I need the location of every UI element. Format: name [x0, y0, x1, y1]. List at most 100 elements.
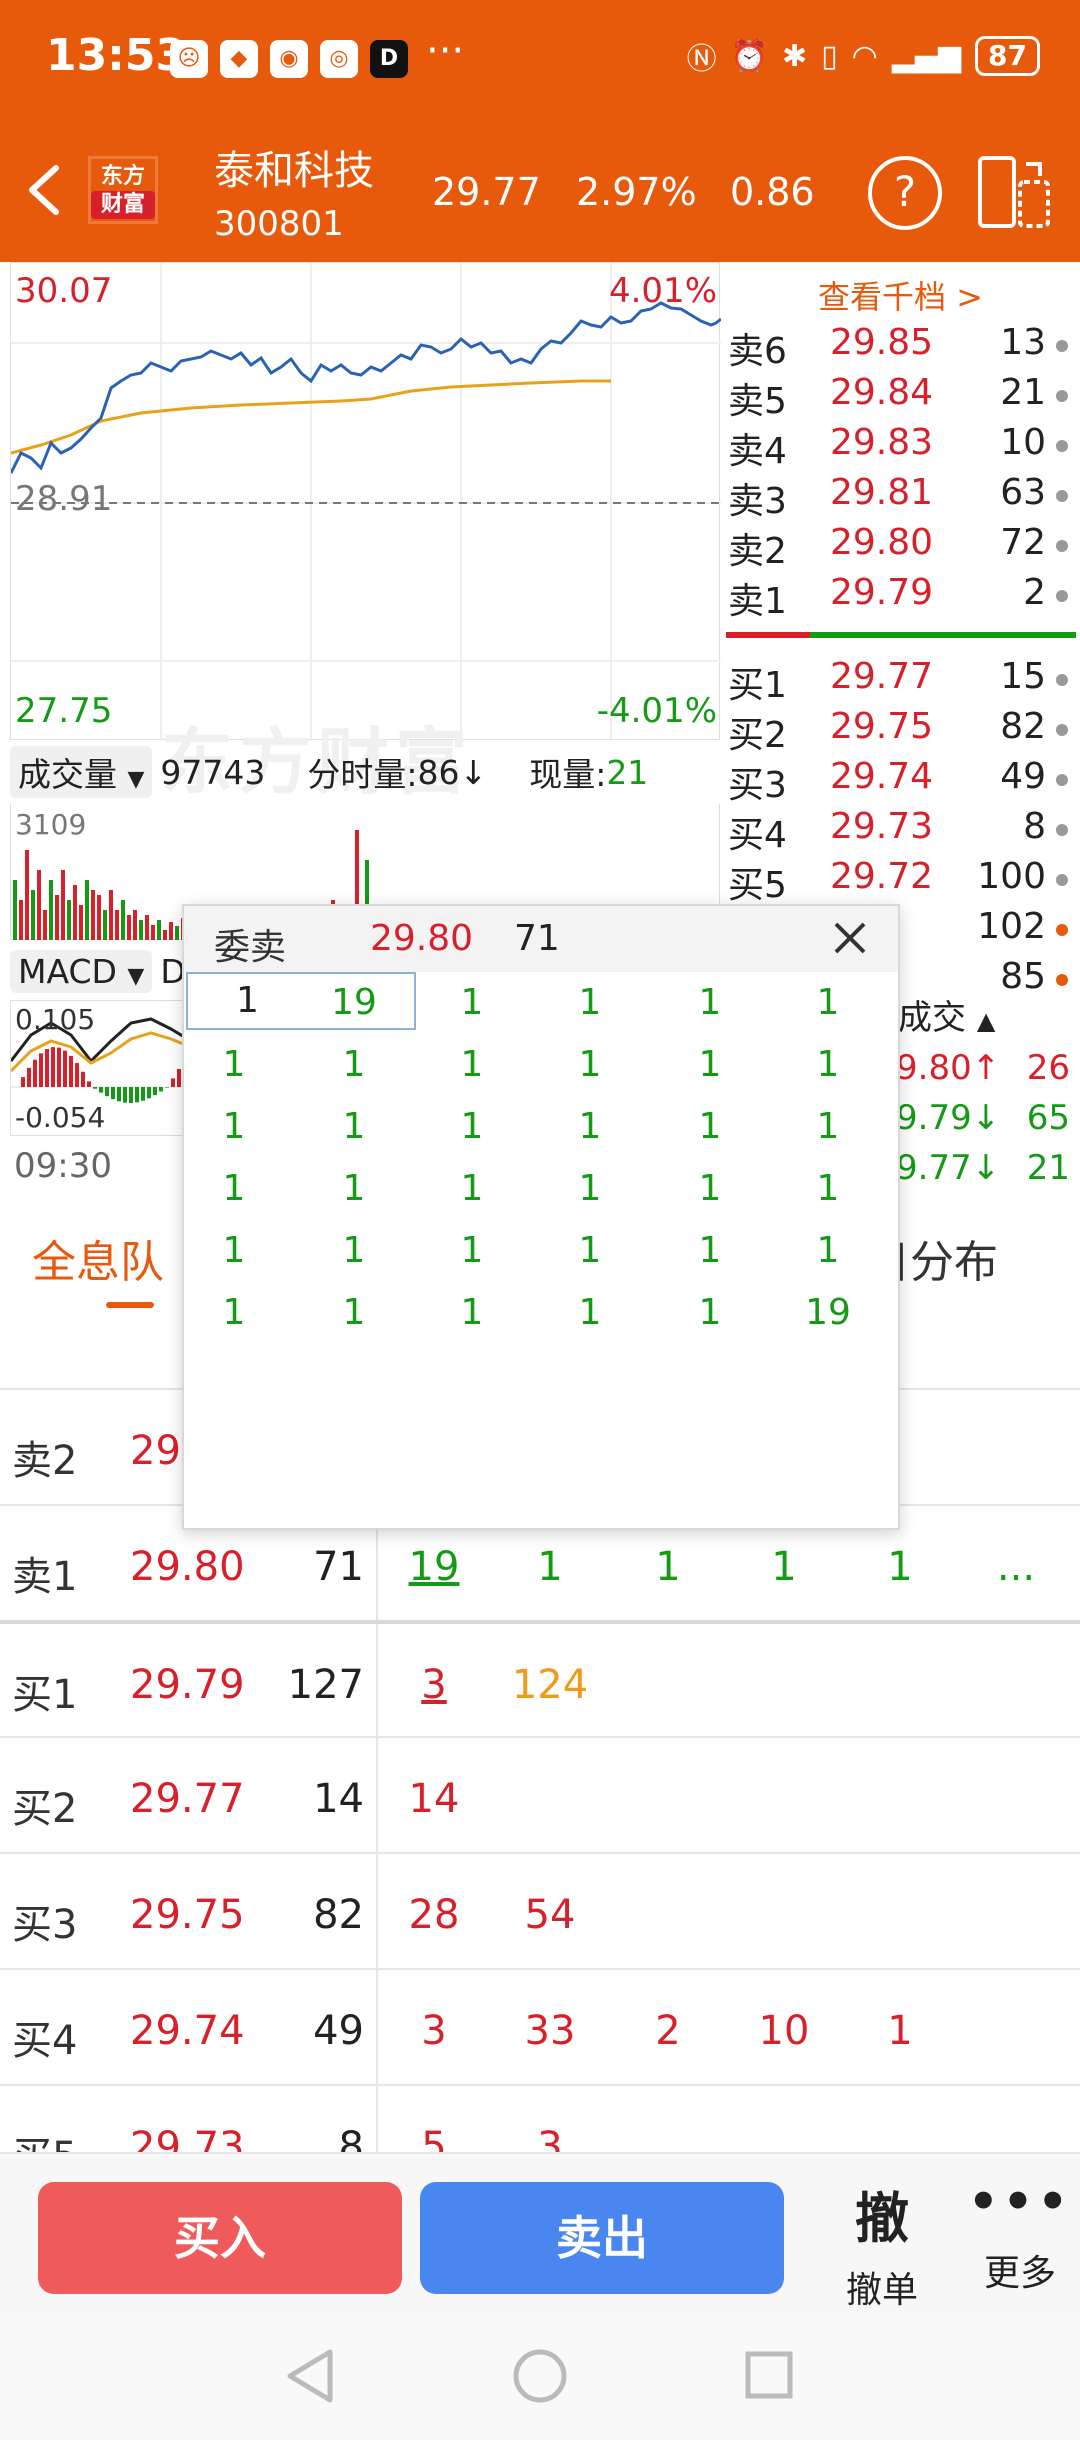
queue-order-cell[interactable]: 54 [500, 1892, 600, 1938]
popup-order-cell[interactable]: 19 [304, 982, 404, 1023]
sell-button[interactable]: 卖出 [420, 2182, 784, 2294]
cancel-order-button[interactable]: 撤 撤单 [846, 2174, 918, 2313]
queue-order-cell[interactable]: 33 [500, 2008, 600, 2054]
order-book-ask-row[interactable]: 卖4 29.83 10 [726, 422, 1076, 472]
popup-order-cell[interactable]: 1 [422, 1044, 522, 1085]
nav-buttons-svg [287, 2349, 793, 2403]
order-book-ask-row[interactable]: 卖6 29.85 13 [726, 322, 1076, 372]
popup-order-cell[interactable]: 1 [422, 1106, 522, 1147]
buy-button[interactable]: 买入 [38, 2182, 402, 2294]
volume-value: 97743 [160, 752, 266, 792]
queue-order-cell[interactable]: 19 [384, 1544, 484, 1590]
popup-order-cell[interactable]: 1 [778, 1168, 878, 1209]
queue-row[interactable]: 买4 29.74 49 3 33 2 10 1 [0, 1968, 1080, 2086]
volume-bar [145, 915, 149, 940]
popup-order-cell[interactable]: 1 [184, 1044, 284, 1085]
close-icon[interactable] [830, 918, 870, 958]
popup-order-cell[interactable]: 19 [778, 1292, 878, 1333]
popup-order-cell[interactable]: 1 [660, 1230, 760, 1271]
popup-order-cell[interactable]: 1 [540, 1106, 640, 1147]
popup-order-cell[interactable]: 1 [660, 1292, 760, 1333]
queue-order-cell[interactable]: 1 [850, 1544, 950, 1590]
queue-row[interactable]: 买2 29.77 14 14 [0, 1736, 1080, 1854]
popup-order-cell[interactable]: 1 [184, 1230, 284, 1271]
popup-order-cell[interactable]: 1 [540, 1168, 640, 1209]
battery-indicator: 87 [975, 36, 1040, 76]
popup-order-cell[interactable]: 1 [304, 1044, 404, 1085]
popup-order-cell[interactable]: 1 [184, 1106, 284, 1147]
popup-order-cell[interactable]: 1 [778, 1106, 878, 1147]
back-arrow-icon[interactable] [22, 160, 66, 220]
popup-order-cell[interactable]: 1 [422, 1230, 522, 1271]
trades-header[interactable]: 成交 ▲ [898, 990, 995, 1039]
switch-screen-icon[interactable] [976, 154, 1052, 230]
queue-dot-icon [1056, 590, 1068, 602]
order-book-bid-row[interactable]: 买4 29.73 8 [726, 806, 1076, 856]
queue-price: 29.80 [130, 1544, 245, 1590]
order-book-bid-row[interactable]: 买5 29.72 100 [726, 856, 1076, 906]
popup-order-cell[interactable]: 1 [540, 982, 640, 1023]
chat-icon: ◎ [320, 40, 358, 78]
popup-order-cell[interactable]: 1 [778, 982, 878, 1023]
volume-bar [151, 925, 155, 940]
ask-level-label: 卖4 [728, 431, 787, 472]
queue-order-cell[interactable]: 124 [500, 1662, 600, 1708]
popup-order-cell[interactable]: 1 [304, 1292, 404, 1333]
popup-order-cell[interactable]: 1 [660, 982, 760, 1023]
queue-order-cell[interactable]: 1 [500, 1544, 600, 1590]
d-app-icon: D [370, 40, 408, 78]
order-book-bid-row[interactable]: 买1 29.77 15 [726, 656, 1076, 706]
popup-order-cell[interactable]: 1 [778, 1230, 878, 1271]
popup-price: 29.80 [370, 918, 474, 959]
view-depth-link[interactable]: 查看千档 > [818, 272, 983, 318]
queue-row[interactable]: 买1 29.79 127 3 124 [0, 1620, 1080, 1740]
order-book-bid-row[interactable]: 买2 29.75 82 [726, 706, 1076, 756]
help-icon[interactable]: ? [868, 156, 942, 230]
volume-bar [115, 910, 119, 940]
order-book-bid-row[interactable]: 买3 29.74 49 [726, 756, 1076, 806]
order-book-ask-row[interactable]: 卖5 29.84 21 [726, 372, 1076, 422]
stock-name[interactable]: 泰和科技 [214, 138, 374, 196]
queue-order-cell[interactable]: 14 [384, 1776, 484, 1822]
volume-selector[interactable]: 成交量 ▼ [10, 746, 153, 798]
queue-order-cell[interactable]: 10 [734, 2008, 834, 2054]
intraday-chart[interactable]: 东方财富 30.07 4.01% 28.91 27.75 -4.01% [10, 262, 721, 804]
volume-bar [139, 920, 143, 940]
queue-order-cell[interactable]: 3 [384, 1662, 484, 1708]
popup-order-cell[interactable]: 1 [660, 1044, 760, 1085]
tab-full-queue[interactable]: 全息队 [32, 1226, 164, 1290]
popup-order-cell[interactable]: 1 [304, 1106, 404, 1147]
queue-order-cell[interactable]: ... [966, 1544, 1066, 1590]
popup-order-cell[interactable]: 1 [304, 1230, 404, 1271]
popup-order-cell[interactable]: 1 [422, 1168, 522, 1209]
popup-order-cell[interactable]: 1 [540, 1292, 640, 1333]
popup-order-cell[interactable]: 1 [778, 1044, 878, 1085]
queue-order-cell[interactable]: 2 [618, 2008, 718, 2054]
tick-volume-value: 86↓ [417, 752, 488, 792]
order-book-ask-row[interactable]: 卖3 29.81 63 [726, 472, 1076, 522]
macd-selector[interactable]: MACD ▼ [10, 949, 153, 993]
popup-order-cell[interactable]: 1 [184, 1168, 284, 1209]
popup-order-cell[interactable]: 1 [422, 982, 522, 1023]
popup-order-cell[interactable]: 1 [422, 1292, 522, 1333]
order-book-ask-row[interactable]: 卖2 29.80 72 [726, 522, 1076, 572]
macd-bar [21, 1077, 25, 1087]
popup-order-cell[interactable]: 1 [660, 1106, 760, 1147]
order-book-ask-row[interactable]: 卖1 29.79 2 [726, 572, 1076, 622]
queue-dot-icon [1056, 974, 1068, 986]
queue-order-cell[interactable]: 1 [850, 2008, 950, 2054]
queue-order-cell[interactable]: 1 [734, 1544, 834, 1590]
queue-order-cell[interactable]: 28 [384, 1892, 484, 1938]
popup-order-cell[interactable]: 1 [304, 1168, 404, 1209]
volume-bar [163, 930, 167, 940]
popup-order-cell[interactable]: 1 [660, 1168, 760, 1209]
popup-order-cell[interactable]: 1 [540, 1044, 640, 1085]
queue-order-cell[interactable]: 3 [384, 2008, 484, 2054]
chart-mid-price: 28.91 [15, 479, 113, 519]
popup-order-cell[interactable]: 1 [540, 1230, 640, 1271]
bid-level-label: 买4 [728, 815, 787, 856]
queue-row[interactable]: 买3 29.75 82 28 54 [0, 1852, 1080, 1970]
queue-order-cell[interactable]: 1 [618, 1544, 718, 1590]
more-button[interactable]: ••• 更多 [968, 2174, 1072, 2296]
popup-order-cell[interactable]: 1 [184, 1292, 284, 1333]
